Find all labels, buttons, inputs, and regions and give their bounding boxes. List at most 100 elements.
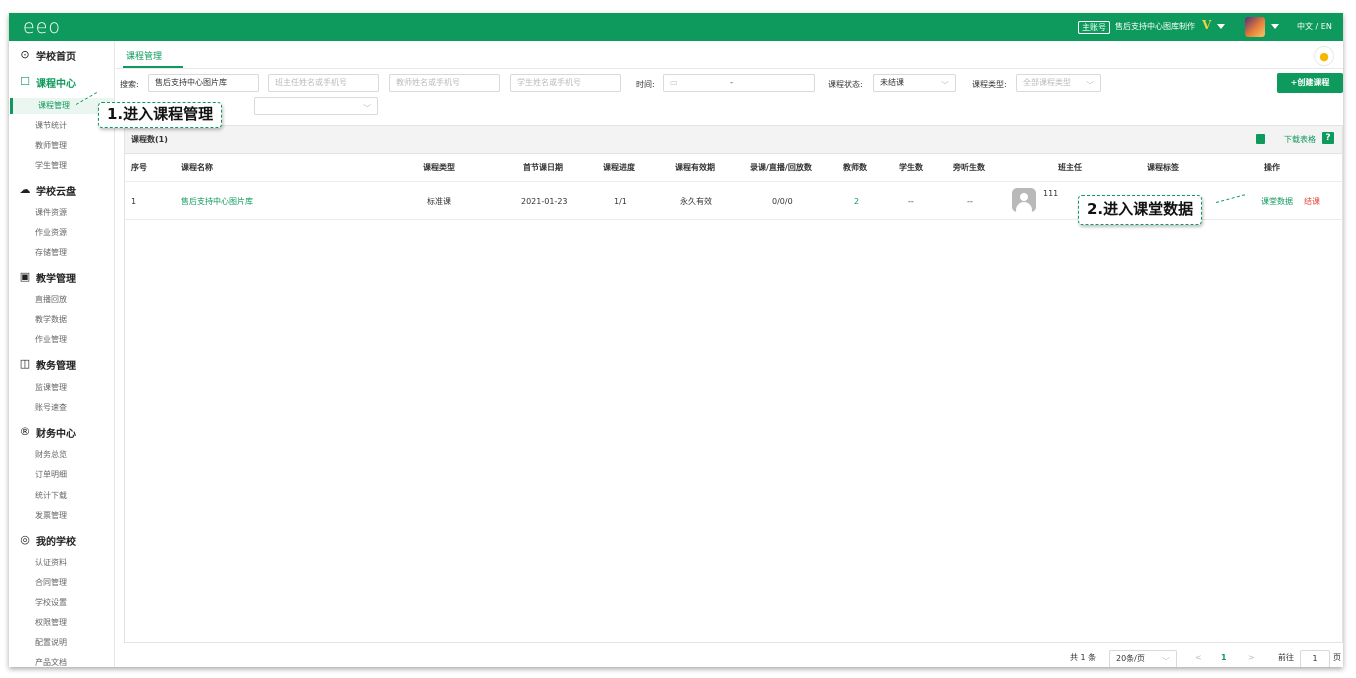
sidebar-item-config-guide[interactable]: 配置说明 <box>35 636 67 650</box>
sidebar-item-homework[interactable]: 作业管理 <box>35 333 67 347</box>
chevron-down-icon: ﹀ <box>1086 81 1094 90</box>
column-header-progress: 课程进度 <box>603 163 635 172</box>
sidebar-group-course-center[interactable]: ☐ 课程中心 <box>19 74 76 90</box>
sidebar-item-stats-download[interactable]: 统计下载 <box>35 489 67 503</box>
create-course-button[interactable]: +创建课程 <box>1277 73 1343 93</box>
sidebar-item-permissions[interactable]: 权限管理 <box>35 616 67 630</box>
sidebar-item-teaching-data[interactable]: 教学数据 <box>35 313 67 327</box>
lightbulb-icon[interactable]: ● <box>1314 46 1334 66</box>
column-header-head-teacher: 班主任 <box>1058 163 1082 172</box>
sidebar-item-finance-overview[interactable]: 财务总览 <box>35 448 67 462</box>
classroom-data-link[interactable]: 课堂数据 <box>1261 196 1293 208</box>
sidebar-group-home[interactable]: ⊙ 学校首页 <box>19 47 76 63</box>
sidebar-item-product-docs[interactable]: 产品文档 <box>35 656 67 667</box>
course-count: 课程数(1) <box>131 135 168 144</box>
sidebar-group-label: 课程中心 <box>36 78 76 90</box>
tab-divider <box>116 68 1343 69</box>
cell-auditors: -- <box>967 197 973 206</box>
avatar-dropdown-icon[interactable] <box>1271 24 1279 29</box>
page-size-value: 20条/页 <box>1116 654 1145 663</box>
language-switch[interactable]: 中文 / EN <box>1297 21 1332 33</box>
status-select[interactable]: 未结课 ﹀ <box>873 74 956 92</box>
sidebar-item-students[interactable]: 学生管理 <box>35 159 67 173</box>
course-name-link[interactable]: 售后支持中心图片库 <box>181 196 253 208</box>
sidebar-item-account-lookup[interactable]: 账号速查 <box>35 401 67 415</box>
sidebar-item-school-settings[interactable]: 学校设置 <box>35 596 67 610</box>
column-header-index: 序号 <box>131 163 147 172</box>
end-course-link[interactable]: 结课 <box>1304 196 1320 208</box>
cell-type: 标准课 <box>427 197 451 206</box>
gear-icon: ◎ <box>20 533 30 546</box>
sidebar-group-label: 我的学校 <box>36 536 76 548</box>
column-header-auditors: 旁听生数 <box>953 163 985 172</box>
eeo-logo[interactable]: eeo <box>23 16 61 38</box>
course-search-input[interactable]: 售后支持中心图片库 <box>148 74 259 92</box>
sidebar-group-academic[interactable]: ◫ 教务管理 <box>19 356 76 372</box>
sidebar-group-label: 学校首页 <box>36 51 76 63</box>
cell-validity: 永久有效 <box>680 197 712 206</box>
sidebar-item-homework-resources[interactable]: 作业资源 <box>35 226 67 240</box>
sidebar-group-my-school[interactable]: ◎ 我的学校 <box>19 532 76 548</box>
goto-page-input[interactable]: 1 <box>1300 650 1330 667</box>
table-toolbar: 课程数(1) 下载表格 ? <box>125 126 1342 154</box>
column-header-name: 课程名称 <box>181 163 213 172</box>
sidebar-item-contracts[interactable]: 合同管理 <box>35 576 67 590</box>
column-header-first-date: 首节课日期 <box>523 163 563 172</box>
date-range-picker[interactable]: ▭ - <box>663 74 815 92</box>
monitor-icon: ▣ <box>19 270 31 283</box>
page-size-select[interactable]: 20条/页 ﹀ <box>1109 650 1177 667</box>
page-number-1[interactable]: 1 <box>1221 652 1227 664</box>
column-header-actions: 操作 <box>1264 163 1280 172</box>
sidebar-group-label: 教学管理 <box>36 273 76 285</box>
sidebar-item-invoices[interactable]: 发票管理 <box>35 509 67 523</box>
type-select-placeholder: 全部课程类型 <box>1023 78 1071 87</box>
sidebar-item-lesson-stats[interactable]: 课节统计 <box>35 119 67 133</box>
next-page-button[interactable]: > <box>1248 652 1255 664</box>
account-dropdown-icon[interactable] <box>1217 24 1225 29</box>
type-label: 课程类型: <box>972 80 1007 89</box>
sidebar-item-replay[interactable]: 直播回放 <box>35 293 67 307</box>
sidebar-item-courseware[interactable]: 课件资源 <box>35 206 67 220</box>
yen-icon: ® <box>19 425 31 438</box>
sidebar-group-finance[interactable]: ® 财务中心 <box>19 424 77 440</box>
active-tab-indicator <box>123 66 183 68</box>
sidebar-item-teachers[interactable]: 教师管理 <box>35 139 67 153</box>
status-select-value: 未结课 <box>880 78 904 87</box>
cell-students: -- <box>908 197 914 206</box>
app-window: eeo 主账号 售后支持中心图库制作 V 中文 / EN ⊙ 学校首页 ☐ 课程… <box>9 13 1343 667</box>
teacher-count-link[interactable]: 2 <box>854 196 859 208</box>
sidebar: ⊙ 学校首页 ☐ 课程中心 课程管理 课节统计 教师管理 学生管理 ☁ 学校云盘… <box>9 41 115 667</box>
download-table-link[interactable]: 下载表格 <box>1284 134 1316 145</box>
goto-label: 前往 <box>1278 653 1294 662</box>
prev-page-button[interactable]: < <box>1195 652 1202 664</box>
head-teacher-search-input[interactable]: 班主任姓名或手机号 <box>268 74 379 92</box>
user-avatar[interactable] <box>1245 17 1265 37</box>
sidebar-item-storage[interactable]: 存储管理 <box>35 246 67 260</box>
head-teacher-name: 111 <box>1043 189 1059 198</box>
sidebar-item-certification[interactable]: 认证资料 <box>35 556 67 570</box>
date-range-separator: - <box>730 78 733 87</box>
column-header-type: 课程类型 <box>423 163 455 172</box>
sidebar-group-cloud[interactable]: ☁ 学校云盘 <box>19 182 77 198</box>
cell-progress: 1/1 <box>614 197 627 206</box>
tab-course-management[interactable]: 课程管理 <box>126 49 162 62</box>
header-divider <box>125 181 1342 182</box>
teacher-search-input[interactable]: 教师姓名或手机号 <box>389 74 500 92</box>
sidebar-item-supervision[interactable]: 监课管理 <box>35 381 67 395</box>
calendar-icon: ☐ <box>20 75 30 88</box>
column-header-tags: 课程标签 <box>1147 163 1179 172</box>
extra-filter-select[interactable]: ﹀ <box>254 97 378 115</box>
main-content: 课程管理 ● 搜索: 售后支持中心图片库 班主任姓名或手机号 教师姓名或手机号 … <box>116 41 1343 667</box>
account-name[interactable]: 售后支持中心图库制作 <box>1115 21 1195 33</box>
type-select[interactable]: 全部课程类型 ﹀ <box>1016 74 1101 92</box>
help-icon[interactable]: ? <box>1322 132 1334 144</box>
cloud-icon: ☁ <box>19 183 31 196</box>
sidebar-item-orders[interactable]: 订单明细 <box>35 468 67 482</box>
account-type-badge: 主账号 <box>1078 21 1110 34</box>
chevron-down-icon: ﹀ <box>941 81 949 90</box>
student-search-input[interactable]: 学生姓名或手机号 <box>510 74 621 92</box>
head-teacher-avatar <box>1012 188 1036 212</box>
column-header-students: 学生数 <box>899 163 923 172</box>
sidebar-group-teaching[interactable]: ▣ 教学管理 <box>19 269 76 285</box>
excel-icon[interactable] <box>1256 134 1265 144</box>
